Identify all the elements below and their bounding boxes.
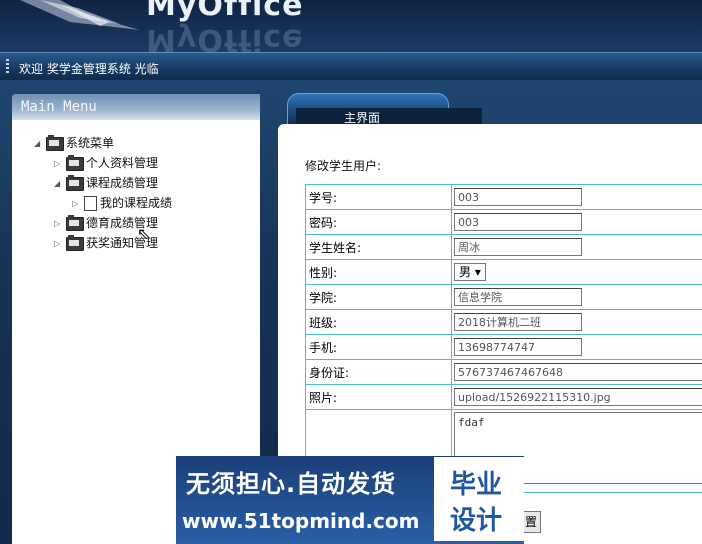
student-name-input[interactable]: 周冰: [454, 238, 582, 256]
watermark-badge-line1: 毕业: [450, 470, 503, 500]
brand-name: MyOffice: [146, 0, 304, 23]
field-label: 性别:: [305, 259, 452, 285]
folder-icon: [66, 214, 84, 231]
student-form: 学号: 003 密码: 003 学生姓名: 周冰 性别: 男 ▾ 学院: 信息学…: [305, 184, 702, 493]
form-row: 手机: 13698774747: [305, 334, 702, 360]
class-input[interactable]: 2018计算机二班: [454, 313, 582, 331]
form-row: 学生姓名: 周冰: [305, 234, 702, 260]
menu-title: Main Menu: [21, 99, 97, 115]
password-input[interactable]: 003: [454, 213, 582, 231]
field-cell: 003: [451, 209, 702, 235]
brand-reflection: MyOffice: [146, 22, 304, 52]
sidebar-item-course-grades[interactable]: ◢ 课程成绩管理: [54, 173, 158, 193]
field-label: 身份证:: [305, 359, 452, 385]
form-row: 身份证: 576737467467648: [305, 359, 702, 385]
field-label: 密码:: [305, 209, 452, 235]
college-input[interactable]: 信息学院: [454, 288, 582, 306]
collapsed-arrow-icon[interactable]: ▷: [54, 214, 66, 234]
folder-icon: [66, 234, 84, 251]
form-row: 班级: 2018计算机二班: [305, 309, 702, 335]
field-cell: upload/1526922115310.jpg: [451, 384, 702, 410]
sidebar-item-label: 我的课程成绩: [100, 196, 173, 210]
sidebar-item-label: 课程成绩管理: [86, 176, 159, 190]
expanded-arrow-icon[interactable]: ◢: [34, 134, 46, 154]
document-icon: [84, 196, 97, 211]
welcome-text: 欢迎 奖学金管理系统 光临: [19, 62, 159, 76]
folder-icon: [46, 134, 64, 151]
id-card-input[interactable]: 576737467467648: [454, 363, 702, 381]
field-label: 学生姓名:: [305, 234, 452, 260]
photo-path-input[interactable]: upload/1526922115310.jpg: [454, 388, 702, 406]
tab-inner: [296, 108, 482, 124]
folder-icon: [66, 154, 84, 171]
field-cell: 周冰: [451, 234, 702, 260]
watermark-badge-line2: 设计: [450, 506, 503, 536]
field-label: 照片:: [305, 384, 452, 410]
app-header: MyOffice MyOffice: [0, 0, 702, 52]
sidebar-item-label: 个人资料管理: [86, 156, 159, 170]
welcome-bar: 欢迎 奖学金管理系统 光临: [0, 52, 702, 81]
field-cell: 13698774747: [451, 334, 702, 360]
field-cell: 男 ▾: [451, 259, 702, 285]
student-id-input[interactable]: 003: [454, 188, 582, 206]
field-cell: 2018计算机二班: [451, 309, 702, 335]
folder-icon: [66, 174, 84, 191]
field-cell: 003: [451, 184, 702, 210]
field-cell: 576737467467648: [451, 359, 702, 385]
form-row: 性别: 男 ▾: [305, 259, 702, 285]
collapsed-arrow-icon[interactable]: ▷: [54, 234, 66, 254]
field-label: 学号:: [305, 184, 452, 210]
collapsed-arrow-icon[interactable]: ▷: [72, 194, 84, 214]
field-label: 学院:: [305, 284, 452, 310]
field-cell: 信息学院: [451, 284, 702, 310]
form-row: 密码: 003: [305, 209, 702, 235]
form-title: 修改学生用户:: [305, 159, 382, 173]
sidebar-item-profile[interactable]: ▷ 个人资料管理: [54, 153, 158, 173]
sidebar-item-my-course-grades[interactable]: ▷ 我的课程成绩: [72, 193, 172, 213]
gender-select[interactable]: 男 ▾: [454, 263, 486, 281]
watermark-slogan: 无须担心.自动发货: [186, 470, 397, 498]
tree-root[interactable]: ◢ 系统菜单: [34, 133, 114, 153]
form-row: 学号: 003: [305, 184, 702, 210]
phone-input[interactable]: 13698774747: [454, 338, 582, 356]
field-label: 手机:: [305, 334, 452, 360]
form-row: 学院: 信息学院: [305, 284, 702, 310]
field-label: 班级:: [305, 309, 452, 335]
expanded-arrow-icon[interactable]: ◢: [54, 174, 66, 194]
collapsed-arrow-icon[interactable]: ▷: [54, 154, 66, 174]
tree-root-label: 系统菜单: [66, 136, 115, 150]
watermark-url: www.51topmind.com: [182, 509, 420, 533]
mouse-cursor-icon: ⇖: [137, 224, 151, 243]
form-row: 照片: upload/1526922115310.jpg: [305, 384, 702, 410]
grip-icon: [6, 59, 9, 75]
logo-icon: [20, 0, 140, 30]
